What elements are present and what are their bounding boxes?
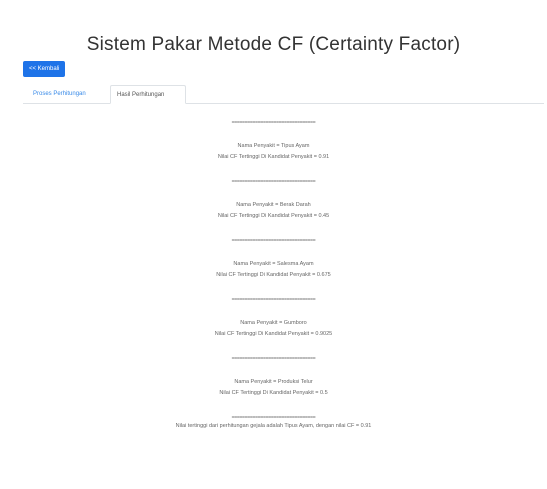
separator: ================================ bbox=[231, 179, 316, 185]
result-block: ================================ Nama Pe… bbox=[0, 178, 547, 237]
separator: ================================ bbox=[231, 238, 316, 244]
conclusion-block: ================================ Nilai t… bbox=[0, 414, 547, 430]
cf-value: Nilai CF Tertinggi Di Kandidat Penyakit … bbox=[217, 213, 330, 219]
page-title: Sistem Pakar Metode CF (Certainty Factor… bbox=[86, 34, 461, 55]
separator: ================================ bbox=[231, 297, 316, 303]
disease-name: Nama Penyakit = Salesma Ayam bbox=[233, 261, 314, 267]
result-entry: Nama Penyakit = Gumboro Nilai CF Terting… bbox=[0, 318, 547, 340]
tab-proses-perhitungan[interactable]: Proses Perhitungan bbox=[27, 85, 92, 103]
result-entry: Nama Penyakit = Salesma Ayam Nilai CF Te… bbox=[0, 259, 547, 281]
disease-name: Nama Penyakit = Gumboro bbox=[240, 320, 307, 326]
disease-name: Nama Penyakit = Berak Darah bbox=[236, 202, 311, 208]
tab-bar: Proses Perhitungan Hasil Perhitungan bbox=[23, 85, 544, 104]
result-block: ================================ Nama Pe… bbox=[0, 296, 547, 355]
cf-value: Nilai CF Tertinggi Di Kandidat Penyakit … bbox=[219, 390, 328, 396]
separator: ================================ bbox=[231, 120, 316, 126]
results-panel: ================================ Nama Pe… bbox=[0, 119, 547, 430]
result-entry: Nama Penyakit = Produksi Telur Nilai CF … bbox=[0, 377, 547, 399]
result-block: ================================ Nama Pe… bbox=[0, 355, 547, 414]
separator: ================================ bbox=[231, 415, 316, 421]
result-block: ================================ Nama Pe… bbox=[0, 237, 547, 296]
conclusion-text: Nilai tertinggi dari perhitungan gejala … bbox=[175, 423, 372, 429]
back-button[interactable]: << Kembali bbox=[23, 61, 66, 77]
result-entry: Nama Penyakit = Berak Darah Nilai CF Ter… bbox=[0, 200, 547, 222]
separator: ================================ bbox=[231, 356, 316, 362]
cf-value: Nilai CF Tertinggi Di Kandidat Penyakit … bbox=[216, 272, 331, 278]
disease-name: Nama Penyakit = Tipus Ayam bbox=[237, 143, 310, 149]
cf-value: Nilai CF Tertinggi Di Kandidat Penyakit … bbox=[217, 154, 330, 160]
result-block: ================================ Nama Pe… bbox=[0, 119, 547, 178]
page: Sistem Pakar Metode CF (Certainty Factor… bbox=[0, 0, 547, 489]
tab-hasil-perhitungan[interactable]: Hasil Perhitungan bbox=[110, 85, 186, 104]
disease-name: Nama Penyakit = Produksi Telur bbox=[234, 379, 313, 385]
cf-value: Nilai CF Tertinggi Di Kandidat Penyakit … bbox=[214, 331, 333, 337]
result-entry: Nama Penyakit = Tipus Ayam Nilai CF Tert… bbox=[0, 141, 547, 163]
